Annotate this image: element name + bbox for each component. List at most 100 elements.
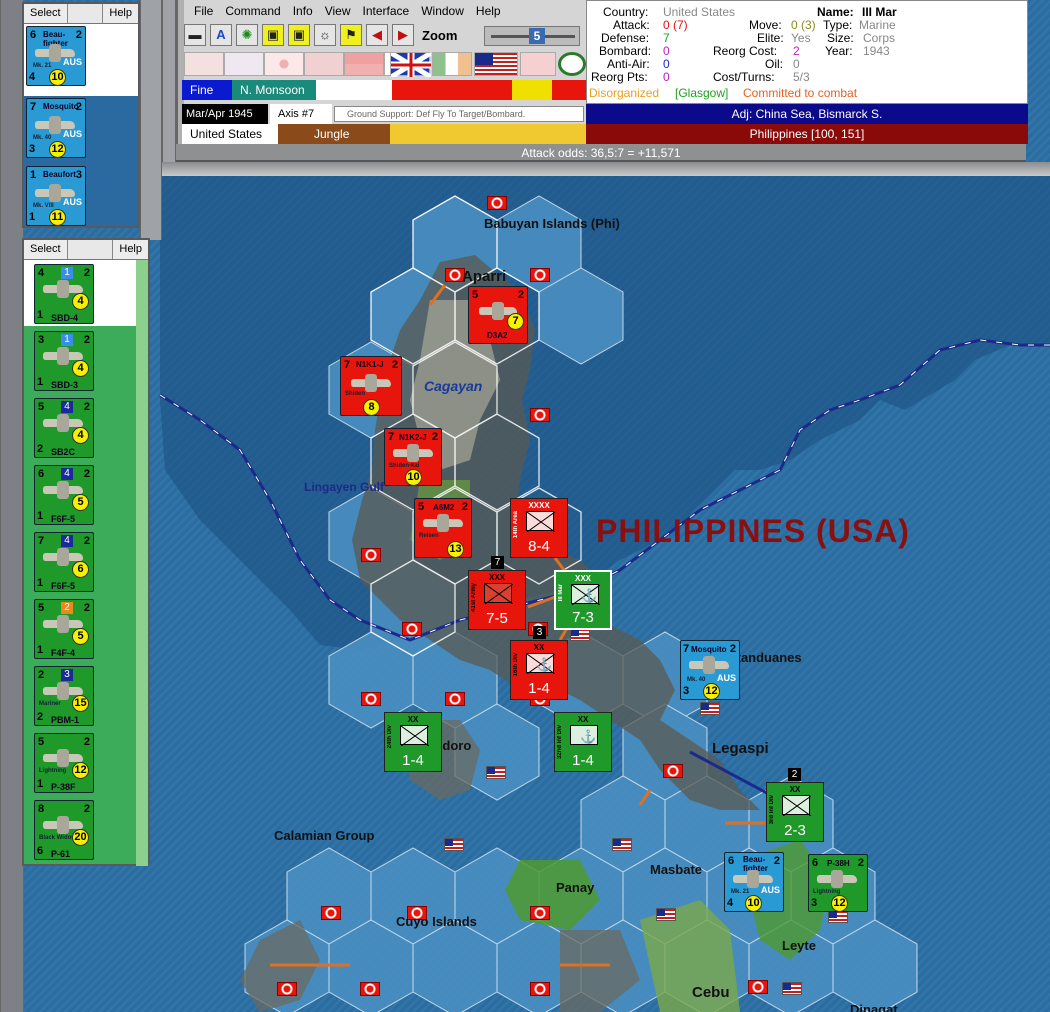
menu-command[interactable]: Command [219, 4, 286, 18]
air-unit-card[interactable]: 7 Mosquito 2 Mk. 40 AUS 3 12 [26, 98, 86, 158]
range-circle: 4 [72, 360, 89, 377]
air-unit-panel-bottom: Select Help 4 1 2 SBD-4 1 4 3 1 2 SBD-3 1 4 5 4 2 SB2C 2… [22, 238, 150, 866]
range-circle: 12 [831, 895, 848, 912]
menu-help[interactable]: Help [470, 4, 507, 18]
label-masbate: Masbate [650, 862, 703, 877]
air-unit-card[interactable]: 6 4 2 F6F-5 1 5 [34, 465, 94, 525]
turn-date: Mar/Apr 1945 [182, 104, 268, 124]
label-country: PHILIPPINES (USA) [596, 513, 910, 549]
range-circle: 20 [72, 829, 89, 846]
japan-flag-icon [402, 622, 422, 636]
air-counter-n1k1j[interactable]: 7 N1K1-J 2 Shiden 8 [340, 356, 402, 416]
status-disorganized: Disorganized [589, 86, 660, 100]
japan-flag-icon [530, 906, 550, 920]
range-circle: 6 [72, 561, 89, 578]
japan-flag-icon [530, 408, 550, 422]
air-unit-card[interactable]: 1 Beaufort 3 Mk. VIII AUS 1 11 [26, 166, 86, 226]
label-legaspi: Legaspi [712, 740, 769, 757]
air-unit-card[interactable]: 3 1 2 SBD-3 1 4 [34, 331, 94, 391]
globe-icon[interactable] [558, 52, 586, 76]
reorg-pts-value: 0 [663, 70, 670, 84]
marine-anchor-icon: ⚓ [571, 584, 601, 606]
air-unit-card[interactable]: 4 1 2 SBD-4 1 4 [34, 264, 94, 324]
menu-window[interactable]: Window [415, 4, 470, 18]
label-cuyo: Cuyo Islands [396, 914, 477, 929]
map-icon-2[interactable]: ▣ [288, 24, 310, 46]
panel-scrollbar[interactable] [136, 260, 148, 866]
air-unit-card[interactable]: 5 4 2 SB2C 2 4 [34, 398, 94, 458]
label-babuyan: Babuyan Islands (Phi) [484, 216, 620, 231]
font-icon[interactable]: A [210, 24, 232, 46]
us-flag-icon [700, 702, 720, 715]
zoom-slider[interactable]: 5 [484, 26, 580, 46]
marine-anchor-icon: ⚓ [526, 653, 556, 675]
flag-cell[interactable] [264, 52, 304, 76]
range-circle: 8 [363, 399, 380, 416]
select-button[interactable]: Select [24, 4, 68, 23]
plane-icon [35, 184, 75, 202]
mission-box[interactable]: Ground Support: Def Fly To Target/Bombar… [334, 106, 584, 122]
ground-counter-32nd-div[interactable]: XX 32nd Inf Div ⚓ 1-4 [554, 712, 612, 772]
ground-counter-iii-mar[interactable]: XXX III Mar ⚓ 7-3 [554, 570, 612, 630]
range-circle: 10 [745, 895, 762, 912]
japan-flag-icon [321, 906, 341, 920]
frame-divider-2 [162, 0, 176, 175]
air-unit-card[interactable]: 7 4 2 F6F-5 1 6 [34, 532, 94, 592]
plane-icon [689, 656, 729, 674]
plane-icon [43, 816, 83, 834]
year-value: 1943 [863, 44, 890, 58]
air-unit-card[interactable]: 6Beau-fighter2Mk. 21AUS410 [26, 26, 86, 86]
ground-counter-41st-army[interactable]: XXX 41st Army 7-5 [468, 570, 526, 630]
infantry-icon [484, 583, 514, 605]
arrow-left-icon[interactable]: ◀ [366, 24, 388, 46]
air-counter-beaufighter-map[interactable]: 6 Beau-fighter 2 Mk. 21 AUS 4 10 [724, 852, 784, 912]
air-counter-d3a2[interactable]: 5 2 D3A2 7 [468, 286, 528, 344]
ground-counter-24th-div[interactable]: XX 24th Div 1-4 [384, 712, 442, 772]
air-counter-a6m2[interactable]: 5 A6M2 2 Reisen 13 [414, 498, 472, 558]
map-icon[interactable]: ▣ [262, 24, 284, 46]
flag-cell[interactable] [520, 52, 556, 76]
japan-flag-icon [361, 548, 381, 562]
label-cagayan: Cagayan [424, 378, 483, 394]
uk-flag[interactable] [389, 50, 433, 80]
air-unit-card[interactable]: 8 2 Black Widow P-61 6 20 [34, 800, 94, 860]
us-flag[interactable] [474, 52, 518, 76]
help-button[interactable]: Help [112, 240, 148, 259]
air-counter-mosquito-map[interactable]: 7 Mosquito 2 Mk. 40 AUS 3 12 [680, 640, 740, 700]
help-button[interactable]: Help [102, 4, 138, 23]
air-unit-card[interactable]: 5 2 Lightning P-38F 1 12 [34, 733, 94, 793]
flag-icon[interactable]: ⚑ [340, 24, 362, 46]
cog-icon[interactable]: ✺ [236, 24, 258, 46]
season-box: N. Monsoon [232, 80, 316, 100]
flag-cell[interactable] [432, 52, 472, 76]
hex-terrain: Jungle [278, 124, 390, 144]
menu-file[interactable]: File [188, 4, 219, 18]
range-circle: 10 [49, 69, 66, 86]
zoom-label: Zoom [422, 28, 458, 43]
range-circle: 7 [507, 313, 524, 330]
us-flag-icon [656, 908, 676, 921]
sun-icon[interactable]: ☼ [314, 24, 336, 46]
tank-icon[interactable]: ▬ [184, 24, 206, 46]
carrier-badge: 2 [61, 602, 73, 614]
ground-counter-16th-div[interactable]: XX 16th Div ⚓ 1-4 [510, 640, 568, 700]
ground-counter-3rd-inf-div[interactable]: XX 3rd Inf Div 2-3 [766, 782, 824, 842]
japan-flag-icon [445, 692, 465, 706]
flag-cell[interactable] [224, 52, 264, 76]
select-button[interactable]: Select [24, 240, 68, 259]
flag-cell[interactable] [184, 52, 224, 76]
svg-text:⚓: ⚓ [581, 588, 597, 603]
range-circle: 13 [447, 541, 464, 558]
menu-view[interactable]: View [319, 4, 357, 18]
ground-counter-14th-area[interactable]: XXXX 14th Area 8-4 [510, 498, 568, 558]
flag-cell[interactable] [344, 52, 384, 76]
air-unit-card[interactable]: 5 2 2 F4F-4 1 5 [34, 599, 94, 659]
menu-info[interactable]: Info [287, 4, 319, 18]
flag-cell[interactable] [304, 52, 344, 76]
menu-interface[interactable]: Interface [357, 4, 416, 18]
air-unit-card[interactable]: 2 3 Mariner PBM-1 2 15 [34, 666, 94, 726]
air-counter-n1k2j[interactable]: 7 N1K2-J 2 Shiden-kai 10 [384, 428, 442, 486]
air-counter-p38h-map[interactable]: 6 P-38H 2 Lightning 3 12 [808, 854, 868, 912]
zoom-thumb[interactable]: 5 [529, 28, 545, 44]
arrow-right-icon[interactable]: ▶ [392, 24, 414, 46]
